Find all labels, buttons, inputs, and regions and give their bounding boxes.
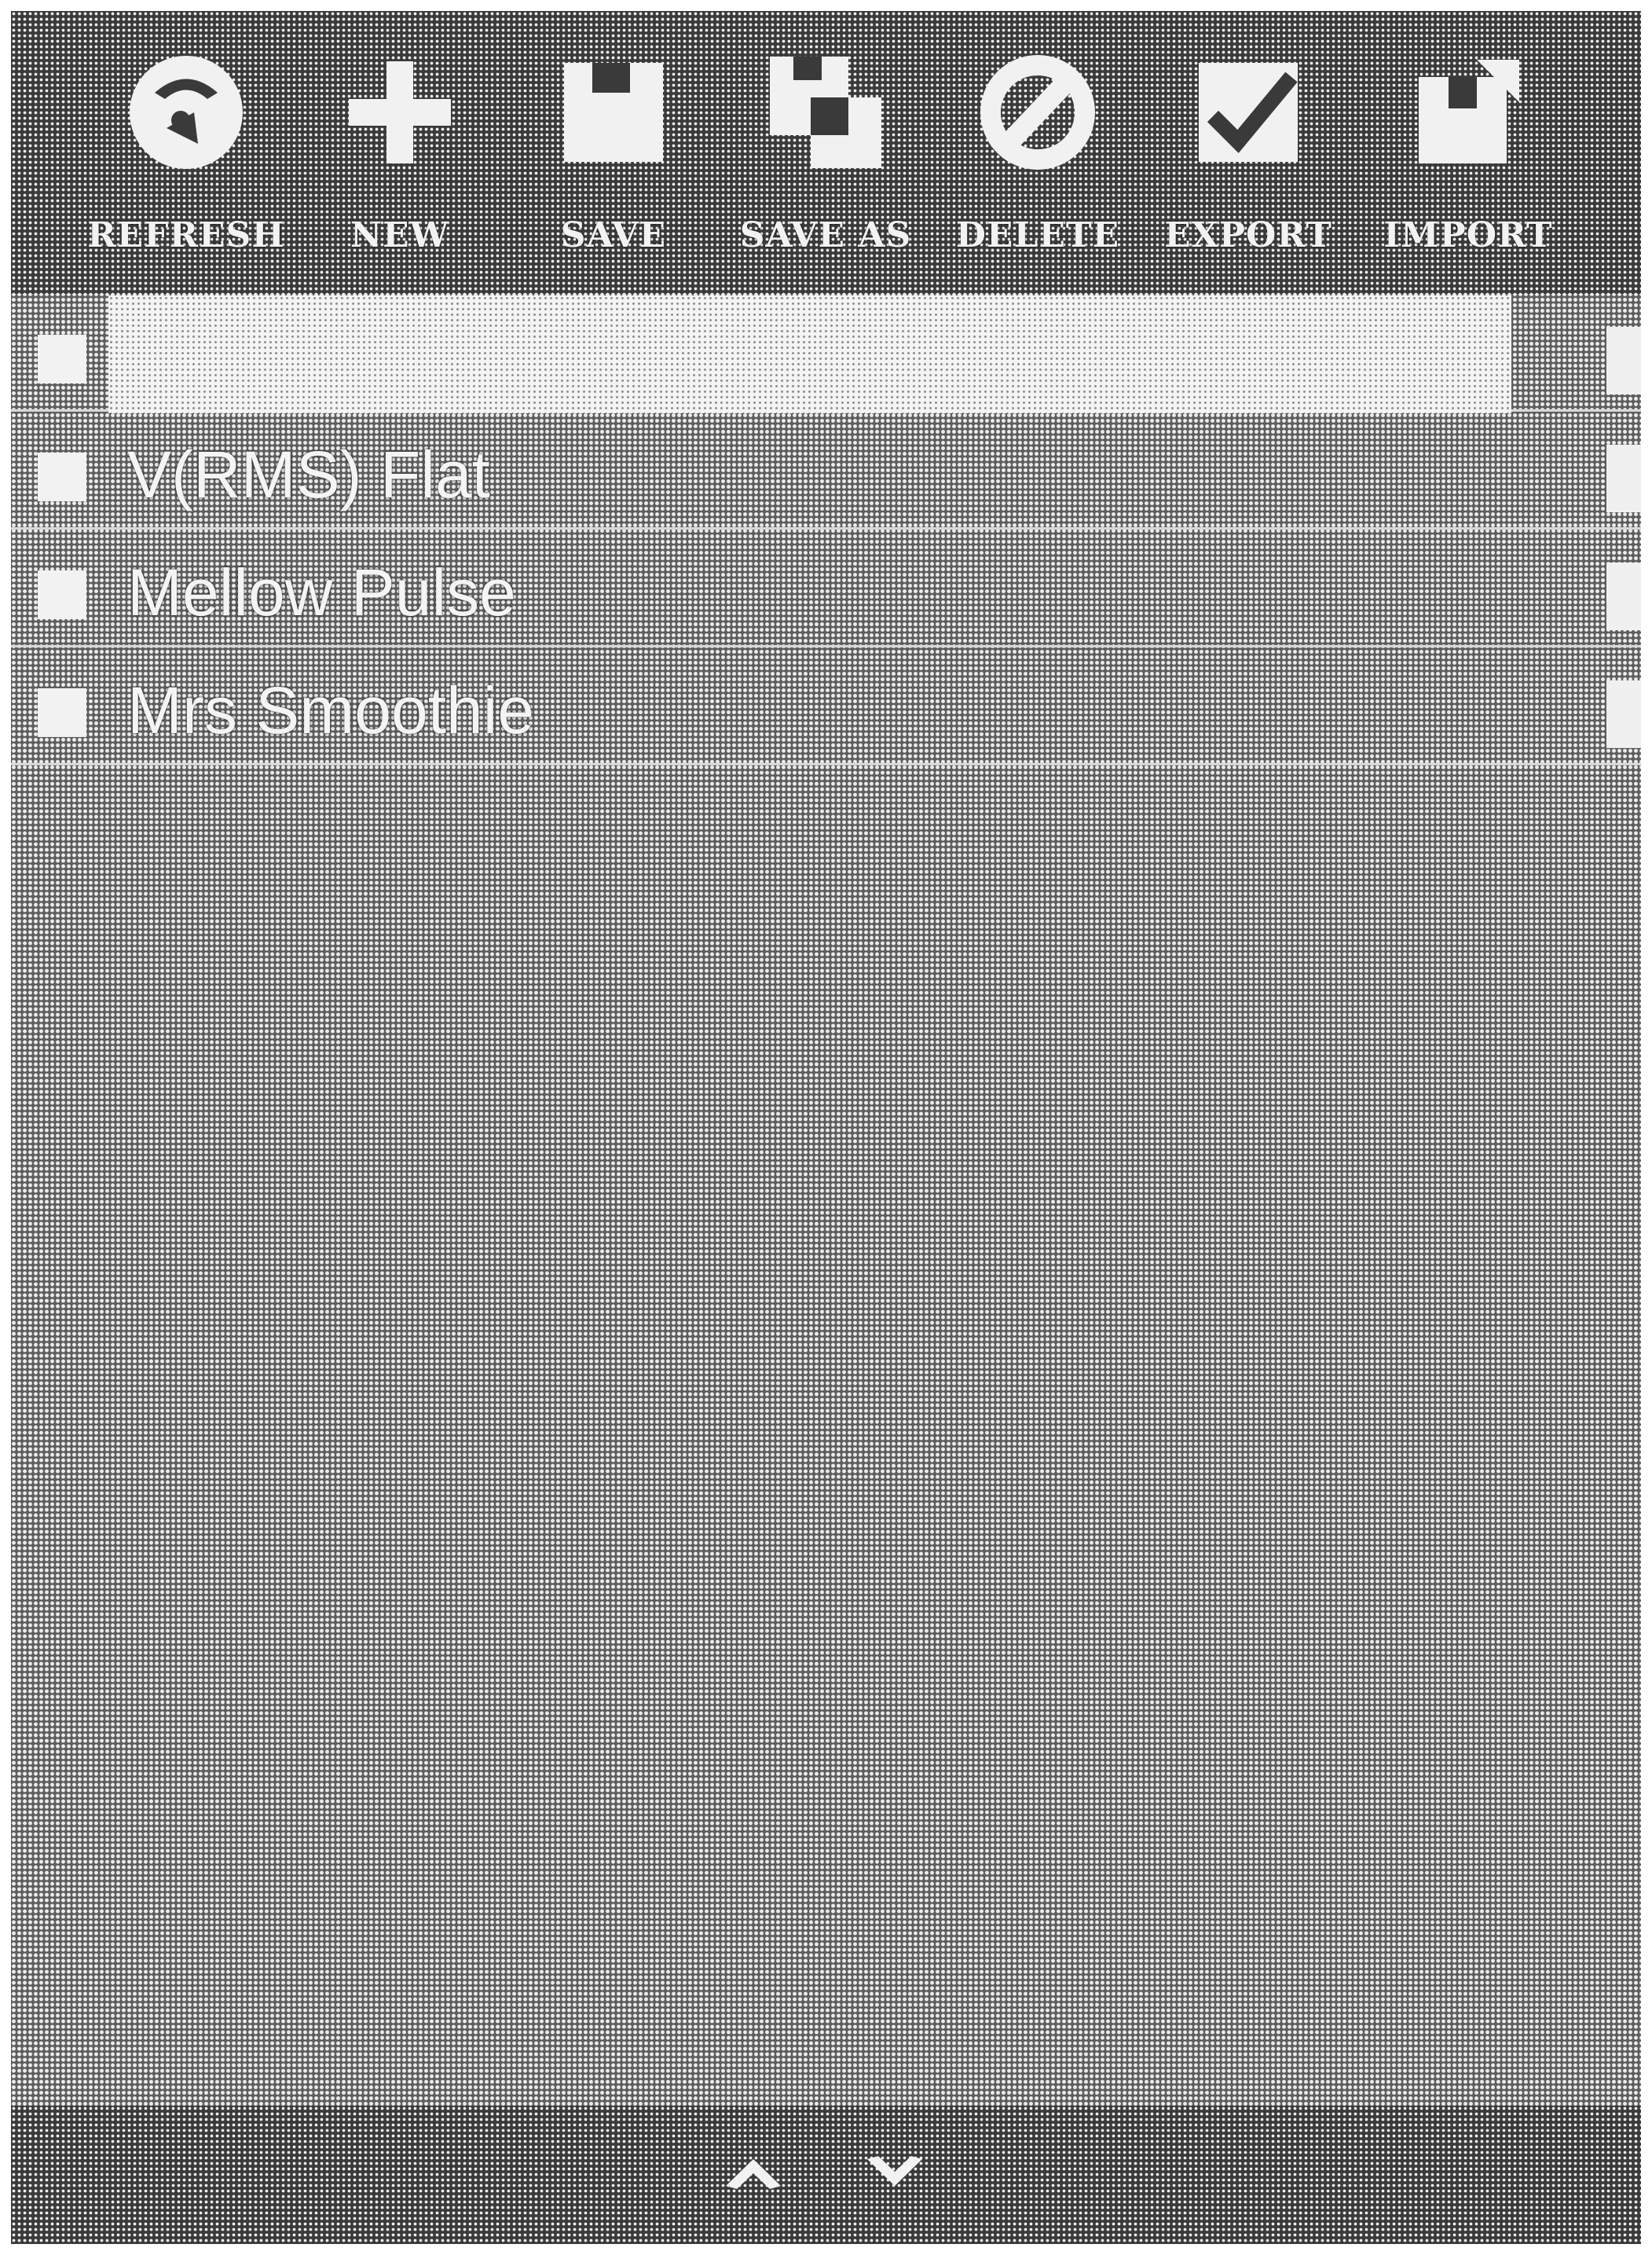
- preset-manager-window: REFRESH NEW SAVE SAVE AS DELETE EXPORT I…: [11, 11, 1641, 2244]
- new-label: NEW: [350, 215, 450, 255]
- save-button[interactable]: SAVE: [523, 46, 704, 281]
- plus-icon: [333, 46, 467, 179]
- bottom-nav-bar: [11, 2106, 1641, 2244]
- list-item-selected[interactable]: [11, 294, 1641, 413]
- list-item-marker: [1606, 680, 1641, 748]
- floppy-disk-icon: [547, 46, 680, 179]
- preset-list: V(RMS) Flat Mellow Pulse Mrs Smoothie: [11, 294, 1641, 2101]
- export-label: EXPORT: [1164, 215, 1332, 255]
- import-icon: [1401, 46, 1535, 179]
- refresh-label: REFRESH: [87, 215, 285, 255]
- save-label: SAVE: [560, 215, 667, 255]
- import-label: IMPORT: [1383, 215, 1553, 255]
- refresh-button[interactable]: REFRESH: [87, 46, 284, 281]
- new-button[interactable]: NEW: [310, 46, 490, 281]
- list-bullet: [38, 335, 86, 383]
- save-as-label: SAVE AS: [739, 215, 912, 255]
- save-as-icon: [759, 46, 892, 179]
- refresh-icon: [119, 46, 253, 179]
- preset-name-input[interactable]: [108, 295, 1511, 413]
- list-item-marker: [1606, 563, 1641, 630]
- chevron-down-icon: [867, 2156, 922, 2186]
- export-check-icon: [1181, 46, 1315, 179]
- scroll-down-button[interactable]: [859, 2145, 930, 2200]
- toolbar: REFRESH NEW SAVE SAVE AS DELETE EXPORT I…: [11, 11, 1641, 294]
- list-item[interactable]: Mrs Smoothie: [11, 647, 1641, 765]
- delete-label: DELETE: [955, 215, 1120, 255]
- chevron-up-icon: [726, 2159, 781, 2189]
- save-as-button[interactable]: SAVE AS: [735, 46, 916, 281]
- list-item-marker: [1606, 327, 1641, 394]
- import-button[interactable]: IMPORT: [1378, 46, 1559, 281]
- list-bullet: [38, 688, 86, 737]
- list-bullet: [38, 570, 86, 619]
- delete-button[interactable]: DELETE: [947, 46, 1128, 281]
- scroll-up-button[interactable]: [718, 2145, 789, 2200]
- list-item-marker: [1606, 445, 1641, 512]
- export-button[interactable]: EXPORT: [1158, 46, 1339, 281]
- prohibited-icon: [971, 46, 1104, 179]
- preset-name: Mellow Pulse: [127, 556, 516, 629]
- list-item[interactable]: Mellow Pulse: [11, 530, 1641, 647]
- preset-name: Mrs Smoothie: [127, 673, 535, 747]
- list-item[interactable]: V(RMS) Flat: [11, 412, 1641, 530]
- preset-name: V(RMS) Flat: [127, 438, 490, 512]
- list-bullet: [38, 453, 86, 501]
